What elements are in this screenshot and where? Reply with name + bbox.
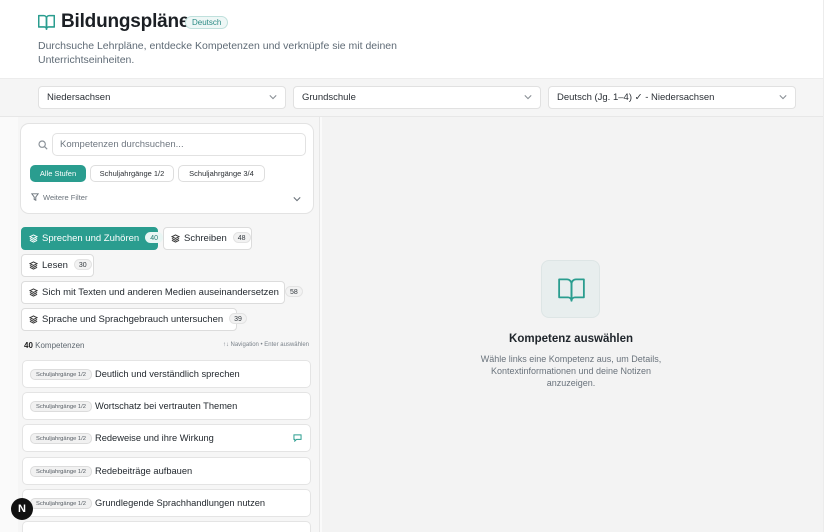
language-badge: Deutsch xyxy=(185,16,229,29)
domain-label: Schreiben xyxy=(184,233,227,244)
domain-label: Sprache und Sprachgebrauch untersuchen xyxy=(42,314,224,325)
list-item[interactable]: Schuljahrgänge 1/2 Deutlich und verständ… xyxy=(22,360,311,388)
domain-count: 39 xyxy=(229,313,247,324)
filter-icon xyxy=(31,193,39,201)
level-badge: Schuljahrgänge 1/2 xyxy=(30,401,92,412)
list-item[interactable] xyxy=(22,521,311,532)
layers-icon xyxy=(29,315,38,324)
layers-icon xyxy=(29,288,38,297)
domain-label: Lesen xyxy=(42,260,68,271)
more-filters-toggle[interactable]: Weitere Filter xyxy=(31,193,87,202)
search-card: Alle Stufen Schuljahrgänge 1/2 Schuljahr… xyxy=(20,123,314,214)
chevron-down-icon[interactable] xyxy=(293,196,301,202)
layers-icon xyxy=(29,261,38,270)
empty-state-icon-box xyxy=(541,260,600,318)
level-badge: Schuljahrgänge 1/2 xyxy=(30,466,92,477)
list-item[interactable]: Schuljahrgänge 1/2 Wortschatz bei vertra… xyxy=(22,392,311,420)
page-header: Bildungspläne Deutsch Durchsuche Lehrplä… xyxy=(0,0,828,79)
competency-title: Redebeiträge aufbauen xyxy=(95,466,193,476)
layers-icon xyxy=(29,234,38,243)
competency-count-number: 40 xyxy=(24,341,33,350)
domain-button-texte-medien[interactable]: Sich mit Texten und anderen Medien ausei… xyxy=(21,281,303,304)
level-chip-all[interactable]: Alle Stufen xyxy=(30,165,86,182)
domain-count: 48 xyxy=(232,232,251,243)
domain-count: 58 xyxy=(284,286,303,297)
curriculum-select-value: Deutsch (Jg. 1–4) ✓ - Niedersachsen xyxy=(557,92,715,103)
competency-title: Deutlich und verständlich sprechen xyxy=(95,369,240,379)
domain-count: 30 xyxy=(73,259,92,270)
competency-sidebar: Alle Stufen Schuljahrgänge 1/2 Schuljahr… xyxy=(18,117,320,532)
filter-bar: Niedersachsen Grundschule Deutsch (Jg. 1… xyxy=(0,79,828,117)
domain-label: Sprechen und Zuhören xyxy=(42,233,140,244)
competency-title: Grundlegende Sprachhandlungen nutzen xyxy=(95,498,266,508)
chevron-down-icon xyxy=(269,95,277,100)
competency-count-label: Kompetenzen xyxy=(35,341,85,350)
competency-title: Redeweise und ihre Wirkung xyxy=(95,433,214,443)
page-subtitle: Durchsuche Lehrpläne, entdecke Kompetenz… xyxy=(38,40,397,66)
layers-icon xyxy=(171,234,180,243)
competency-title: Wortschatz bei vertrauten Themen xyxy=(95,401,238,411)
level-chip-3-4[interactable]: Schuljahrgänge 3/4 xyxy=(178,165,265,182)
level-badge: Schuljahrgänge 1/2 xyxy=(30,369,92,380)
book-open-icon xyxy=(38,14,55,30)
domain-button-schreiben[interactable]: Schreiben 48 xyxy=(163,227,252,250)
keyboard-hint: ↑↓ Navigation • Enter auswählen xyxy=(222,342,309,348)
scrollbar[interactable] xyxy=(823,0,828,532)
school-type-select-value: Grundschule xyxy=(302,92,356,103)
competency-count: 40 Kompetenzen xyxy=(24,341,85,350)
domain-count: 40 xyxy=(145,232,163,243)
curriculum-select[interactable]: Deutsch (Jg. 1–4) ✓ - Niedersachsen xyxy=(548,86,796,109)
chevron-down-icon xyxy=(524,95,532,100)
search-input[interactable] xyxy=(52,133,306,156)
level-badge: Schuljahrgänge 1/2 xyxy=(30,498,92,509)
domain-label: Sich mit Texten und anderen Medien ausei… xyxy=(42,287,279,298)
list-item[interactable]: Schuljahrgänge 1/2 Redebeiträge aufbauen xyxy=(22,457,311,485)
domain-button-sprache[interactable]: Sprache und Sprachgebrauch untersuchen 39 xyxy=(21,308,247,331)
detail-panel: Kompetenz auswählen Wähle links eine Kom… xyxy=(322,117,828,532)
empty-state-text: Wähle links eine Kompetenz aus, um Detai… xyxy=(480,354,662,388)
more-filters-label: Weitere Filter xyxy=(43,193,88,202)
school-type-select[interactable]: Grundschule xyxy=(293,86,541,109)
book-open-icon xyxy=(558,278,585,302)
chevron-down-icon xyxy=(779,95,787,100)
state-select[interactable]: Niedersachsen xyxy=(38,86,286,109)
note-icon xyxy=(293,434,302,442)
level-badge: Schuljahrgänge 1/2 xyxy=(30,433,92,444)
level-chip-1-2[interactable]: Schuljahrgänge 1/2 xyxy=(90,165,174,182)
domain-button-lesen[interactable]: Lesen 30 xyxy=(21,254,94,277)
list-item[interactable]: Schuljahrgänge 1/2 Redeweise und ihre Wi… xyxy=(22,424,311,452)
empty-state-title: Kompetenz auswählen xyxy=(509,333,633,345)
domain-button-sprechen[interactable]: Sprechen und Zuhören 40 xyxy=(21,227,163,250)
app-title: Bildungspläne xyxy=(61,11,190,32)
search-icon xyxy=(38,140,48,150)
avatar[interactable]: N xyxy=(11,498,33,520)
state-select-value: Niedersachsen xyxy=(47,92,111,103)
list-item[interactable]: Schuljahrgänge 1/2 Grundlegende Sprachha… xyxy=(22,489,311,517)
